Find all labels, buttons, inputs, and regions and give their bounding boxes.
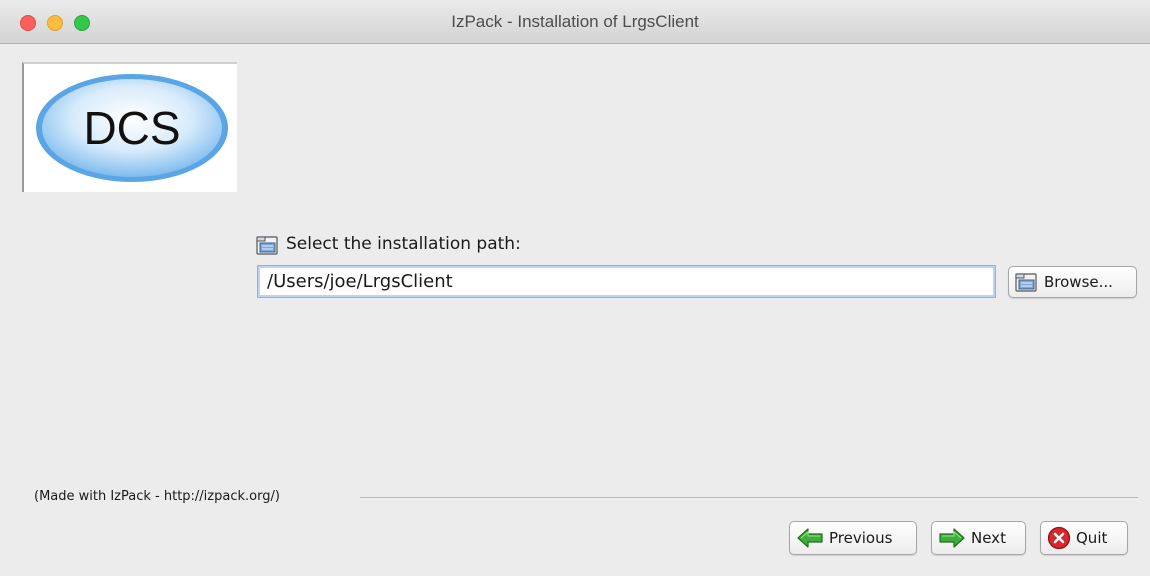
folder-icon	[1015, 273, 1037, 292]
installation-path-label: Select the installation path:	[286, 234, 521, 254]
quit-button-label: Quit	[1076, 529, 1108, 547]
next-button-label: Next	[971, 529, 1006, 547]
quit-button[interactable]: Quit	[1040, 521, 1128, 555]
stop-icon	[1047, 526, 1071, 550]
installation-path-input[interactable]	[257, 265, 996, 298]
arrow-left-icon	[797, 528, 823, 548]
previous-button[interactable]: Previous	[789, 521, 917, 555]
logo-panel: DCS	[22, 62, 237, 192]
logo-text: DCS	[83, 102, 180, 154]
next-button[interactable]: Next	[931, 521, 1026, 555]
folder-icon	[256, 236, 278, 255]
title-bar[interactable]: IzPack - Installation of LrgsClient	[0, 0, 1150, 44]
arrow-right-icon	[939, 528, 965, 548]
browse-button[interactable]: Browse...	[1008, 266, 1137, 298]
installer-window: IzPack - Installation of LrgsClient DCS …	[0, 0, 1150, 576]
made-with-izpack-text: (Made with IzPack - http://izpack.org/)	[34, 489, 280, 504]
footer-separator	[360, 497, 1138, 498]
previous-button-label: Previous	[829, 529, 893, 547]
browse-button-label: Browse...	[1044, 273, 1113, 291]
window-title: IzPack - Installation of LrgsClient	[451, 12, 699, 31]
dcs-logo: DCS	[36, 74, 228, 182]
